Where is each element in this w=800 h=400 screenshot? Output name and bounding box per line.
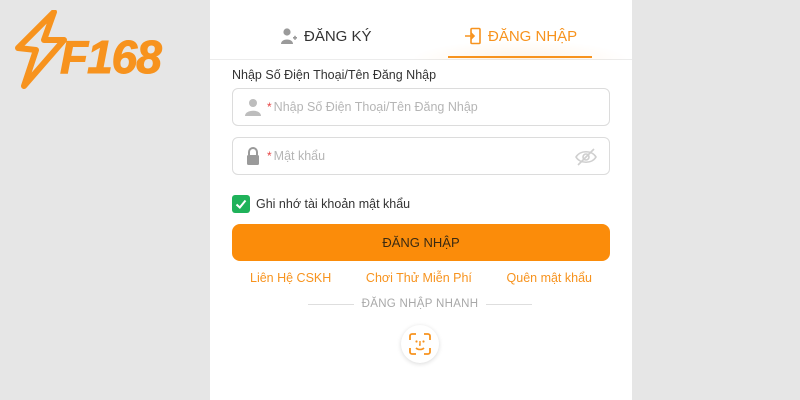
tab-login[interactable]: ĐĂNG NHẬP: [464, 22, 577, 50]
login-door-icon: [465, 27, 481, 45]
remember-checkbox[interactable]: [232, 195, 250, 213]
tab-register[interactable]: ĐĂNG KÝ: [280, 22, 372, 50]
lock-icon: [247, 147, 259, 165]
user-add-icon: [281, 28, 297, 44]
free-trial-link[interactable]: Chơi Thử Miễn Phí: [366, 271, 472, 285]
login-button[interactable]: ĐĂNG NHẬP: [232, 224, 610, 261]
quick-login-label: ĐĂNG NHẬP NHANH: [361, 298, 479, 310]
username-field[interactable]: *: [232, 88, 610, 126]
password-input[interactable]: [273, 149, 574, 163]
forgot-password-link[interactable]: Quên mật khẩu: [507, 271, 592, 285]
divider-line: [308, 303, 354, 305]
password-field[interactable]: *: [232, 137, 610, 175]
tab-register-label: ĐĂNG KÝ: [304, 27, 372, 45]
face-id-icon: [409, 333, 431, 355]
helper-links: Liên Hệ CSKH Chơi Thử Miễn Phí Quên mật …: [232, 271, 610, 285]
required-mark: *: [267, 100, 272, 114]
auth-tabs: ĐĂNG KÝ ĐĂNG NHẬP: [210, 0, 632, 60]
quick-login-divider: ĐĂNG NHẬP NHANH: [308, 298, 532, 310]
active-tab-underline: [448, 56, 592, 58]
user-icon: [245, 99, 261, 116]
contact-support-link[interactable]: Liên Hệ CSKH: [250, 271, 331, 285]
brand-logo-text: F168: [60, 31, 163, 84]
checkmark-icon: [235, 199, 247, 209]
username-input[interactable]: [273, 100, 574, 114]
remember-label: Ghi nhớ tài khoản mật khẩu: [256, 197, 411, 211]
login-panel: ĐĂNG KÝ ĐĂNG NHẬP Nhập Số Điện Thoại/Tên…: [210, 0, 632, 400]
username-label: Nhập Số Điện Thoại/Tên Đăng Nhập: [232, 68, 437, 82]
remember-me: Ghi nhớ tài khoản mật khẩu: [232, 195, 410, 213]
eye-off-icon[interactable]: [575, 147, 597, 167]
required-mark: *: [267, 149, 272, 163]
face-id-button[interactable]: [401, 325, 439, 363]
tab-login-label: ĐĂNG NHẬP: [488, 27, 578, 45]
divider-line: [486, 303, 532, 305]
brand-logo: F168: [14, 10, 184, 90]
